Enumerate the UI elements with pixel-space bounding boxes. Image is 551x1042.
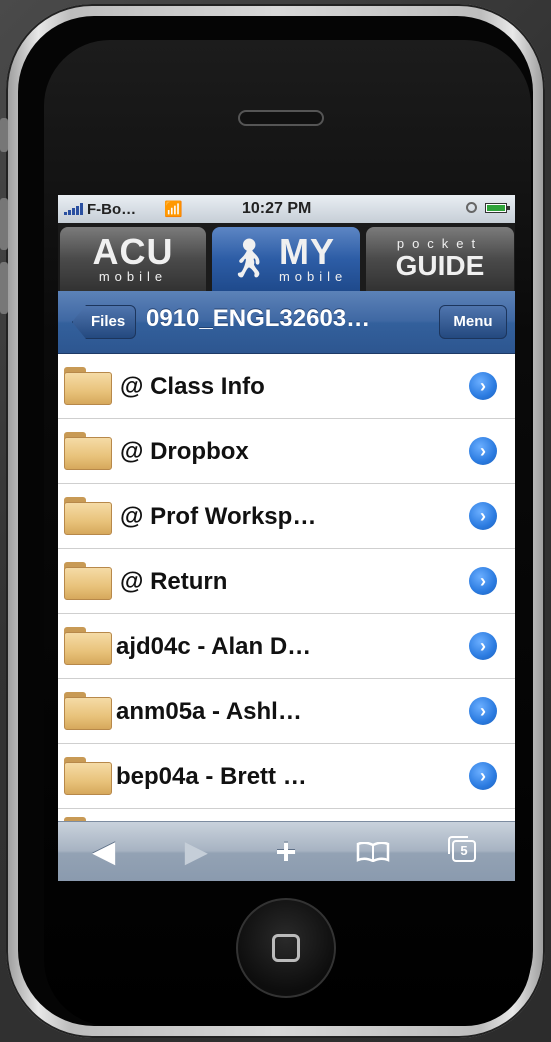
- folder-icon: [64, 497, 112, 535]
- menu-button[interactable]: Menu: [439, 305, 507, 339]
- folder-icon: [64, 627, 112, 665]
- tab-my-title: MY: [278, 231, 335, 272]
- list-item[interactable]: @ Class Info ›: [58, 354, 515, 419]
- tab-my-content: 🚶︎ MY mobile: [225, 234, 348, 284]
- pages-button[interactable]: 5: [448, 836, 476, 862]
- app-tabs: ACU mobile 🚶︎ MY mobile pocket GUIDE: [58, 223, 515, 291]
- tab-guide-subtitle: pocket: [396, 236, 484, 251]
- browser-toolbar: ◀ ▶ + 5: [58, 821, 515, 881]
- list-item-label: @ Dropbox: [120, 438, 249, 465]
- folder-icon: [64, 367, 112, 405]
- disclosure-arrow-icon[interactable]: ›: [469, 372, 497, 400]
- folder-icon: [64, 562, 112, 600]
- tab-acu-mobile[interactable]: ACU mobile: [60, 227, 206, 291]
- folder-icon: [64, 432, 112, 470]
- home-button[interactable]: [236, 898, 336, 998]
- walking-person-icon: 🚶︎: [224, 238, 273, 280]
- status-bar: F-Bo… 📶 10:27 PM: [58, 195, 515, 223]
- tab-guide-title: GUIDE: [395, 250, 485, 281]
- status-right: [466, 202, 510, 213]
- tab-acu-title: ACU: [92, 231, 174, 272]
- tab-pocket-guide[interactable]: pocket GUIDE: [366, 227, 514, 291]
- alarm-clock-icon: [466, 202, 477, 213]
- volume-down-button: [0, 262, 8, 314]
- list-item-label: @ Prof Worksp…: [120, 503, 317, 530]
- back-button-files[interactable]: Files: [72, 305, 137, 339]
- list-item-label: @ Class Info: [120, 373, 265, 400]
- disclosure-arrow-icon[interactable]: ›: [469, 632, 497, 660]
- disclosure-arrow-icon[interactable]: ›: [469, 567, 497, 595]
- disclosure-arrow-icon[interactable]: ›: [469, 502, 497, 530]
- carrier-name: F-Bo…: [87, 200, 137, 218]
- list-item[interactable]: anm05a - Ashl… ›: [58, 679, 515, 744]
- phone-screen: F-Bo… 📶 10:27 PM ACU mobile 🚶︎ MY mobile…: [58, 195, 515, 881]
- list-item[interactable]: bep04a - Brett … ›: [58, 744, 515, 809]
- status-left: F-Bo… 📶: [64, 200, 183, 218]
- bookmarks-book-icon[interactable]: [356, 842, 390, 862]
- browser-forward-button[interactable]: ▶: [176, 834, 216, 870]
- tab-my-text: MY mobile: [279, 234, 347, 284]
- list-item-label: anm05a - Ashl…: [116, 698, 302, 725]
- navigation-bar: Files 0910_ENGL32603… Menu: [58, 291, 515, 354]
- folder-icon: [64, 692, 112, 730]
- battery-icon: [485, 202, 510, 213]
- disclosure-arrow-icon[interactable]: ›: [469, 697, 497, 725]
- folder-icon: [64, 757, 112, 795]
- disclosure-arrow-icon[interactable]: ›: [469, 762, 497, 790]
- mute-switch: [0, 118, 8, 152]
- volume-up-button: [0, 198, 8, 250]
- tab-acu-subtitle: mobile: [98, 269, 168, 284]
- list-item-label: ajd04c - Alan D…: [116, 633, 312, 660]
- list-item[interactable]: @ Dropbox ›: [58, 419, 515, 484]
- list-item[interactable]: ajd04c - Alan D… ›: [58, 614, 515, 679]
- page-title: 0910_ENGL32603…: [146, 305, 371, 332]
- disclosure-arrow-icon[interactable]: ›: [469, 437, 497, 465]
- tab-my-subtitle: mobile: [278, 269, 348, 284]
- status-time: 10:27 PM: [242, 200, 312, 217]
- folder-list: @ Class Info › @ Dropbox › @ Prof Worksp…: [58, 354, 515, 855]
- earpiece-speaker: [238, 110, 324, 126]
- list-item[interactable]: @ Return ›: [58, 549, 515, 614]
- add-bookmark-button[interactable]: +: [266, 834, 306, 870]
- wifi-icon: 📶: [164, 201, 183, 218]
- list-item-label: bep04a - Brett …: [116, 763, 307, 790]
- tab-my-mobile[interactable]: 🚶︎ MY mobile: [212, 227, 360, 291]
- list-item[interactable]: @ Prof Worksp… ›: [58, 484, 515, 549]
- list-item-label: @ Return: [120, 568, 228, 595]
- browser-back-button[interactable]: ◀: [84, 834, 124, 870]
- signal-strength-icon: [64, 203, 83, 215]
- home-square-icon: [272, 934, 300, 962]
